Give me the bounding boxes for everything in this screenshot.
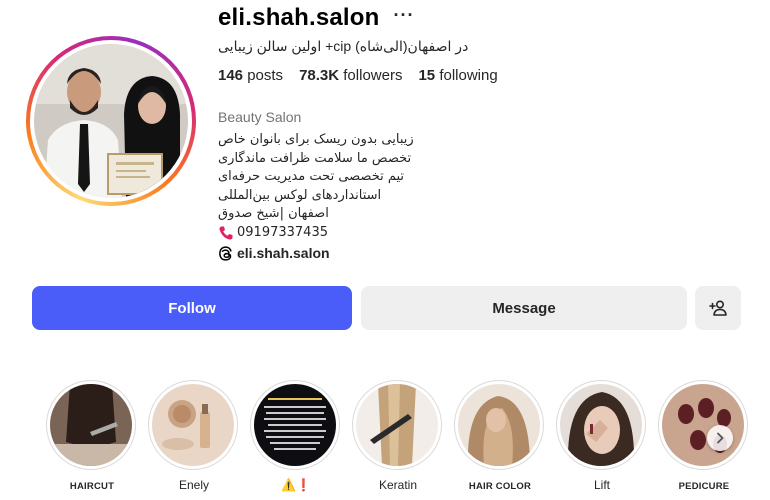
highlight-warning[interactable]: ⚠️❗	[250, 380, 342, 492]
highlight-hair-color[interactable]: HAIR COLOR	[454, 380, 546, 492]
highlight-ring	[556, 380, 646, 470]
highlight-label: Keratin	[378, 478, 418, 492]
posts-count: 146	[218, 67, 244, 84]
profile-bio: زیبایی بدون ریسک برای بانوان خاص تخصص ما…	[218, 131, 414, 263]
highlight-label: ⚠️❗	[281, 478, 311, 492]
threads-handle: eli.shah.salon	[237, 245, 330, 261]
following-count: 15	[418, 67, 436, 84]
highlight-ring	[250, 380, 340, 470]
followers-stat[interactable]: 78.3K followers	[299, 67, 402, 84]
highlight-ring	[352, 380, 442, 470]
highlight-thumbnail	[152, 384, 234, 466]
highlight-ring	[46, 380, 136, 470]
bio-line: تخصص ما سلامت ظرافت ماندگاری	[218, 150, 412, 166]
highlight-ring	[454, 380, 544, 470]
highlight-haircut[interactable]: HAIRCUT	[46, 380, 138, 492]
username: eli.shah.salon	[218, 4, 380, 31]
phone-icon	[219, 226, 233, 240]
highlight-label: PEDICURE	[678, 481, 730, 492]
highlights-next-button[interactable]	[707, 425, 733, 451]
bio-line: اصفهان |شیخ صدوق	[218, 206, 329, 221]
highlight-thumbnail	[458, 384, 540, 466]
profile-avatar-ring[interactable]	[26, 36, 196, 206]
message-button[interactable]: Message	[361, 286, 687, 330]
highlight-thumbnail	[662, 384, 744, 466]
highlight-ring	[658, 380, 748, 470]
highlight-pedicure[interactable]: PEDICURE	[658, 380, 750, 492]
posts-stat[interactable]: 146 posts	[218, 67, 283, 84]
highlight-label: Lift	[593, 478, 610, 492]
posts-label: posts	[247, 67, 284, 84]
bio-line: زیبایی بدون ریسک برای بانوان خاص	[218, 132, 414, 147]
highlight-keratin[interactable]: Keratin	[352, 380, 444, 492]
followers-label: followers	[343, 67, 403, 84]
profile-category: Beauty Salon	[218, 109, 302, 125]
follow-button[interactable]: Follow	[32, 286, 352, 330]
highlight-enely[interactable]: Enely	[148, 380, 240, 492]
following-label: following	[439, 67, 498, 84]
suggest-accounts-button[interactable]	[695, 286, 741, 330]
followers-count: 78.3K	[299, 67, 340, 84]
avatar-frame	[30, 40, 192, 202]
highlight-label: Enely	[178, 478, 210, 492]
highlight-lift[interactable]: Lift	[556, 380, 648, 492]
highlight-thumbnail	[254, 384, 336, 466]
phone-row[interactable]: 09197337435	[218, 224, 414, 243]
bio-line: استانداردهای لوکس بین‌المللی	[218, 187, 382, 203]
phone-number: 09197337435	[237, 224, 328, 240]
chevron-right-icon	[717, 432, 724, 444]
highlight-label: HAIRCUT	[69, 481, 115, 492]
profile-stats: 146 posts 78.3K followers 15 following	[218, 67, 498, 84]
bio-line: تیم تخصصی تحت مدیریت حرفه‌ای	[218, 169, 405, 184]
highlight-thumbnail	[356, 384, 438, 466]
highlight-label: HAIR COLOR	[468, 481, 532, 492]
following-stat[interactable]: 15 following	[418, 67, 497, 84]
full-name: اولین سالن زیبایی +cip در اصفهان(الی‌شاه…	[218, 38, 469, 54]
threads-link[interactable]: eli.shah.salon	[218, 244, 414, 263]
highlight-thumbnail	[50, 384, 132, 466]
avatar	[34, 44, 188, 198]
threads-icon	[219, 246, 232, 261]
more-options-icon[interactable]: ···	[394, 5, 415, 26]
username-row: eli.shah.salon ···	[218, 4, 415, 32]
add-person-icon	[709, 300, 727, 316]
highlight-thumbnail	[560, 384, 642, 466]
highlight-ring	[148, 380, 238, 470]
